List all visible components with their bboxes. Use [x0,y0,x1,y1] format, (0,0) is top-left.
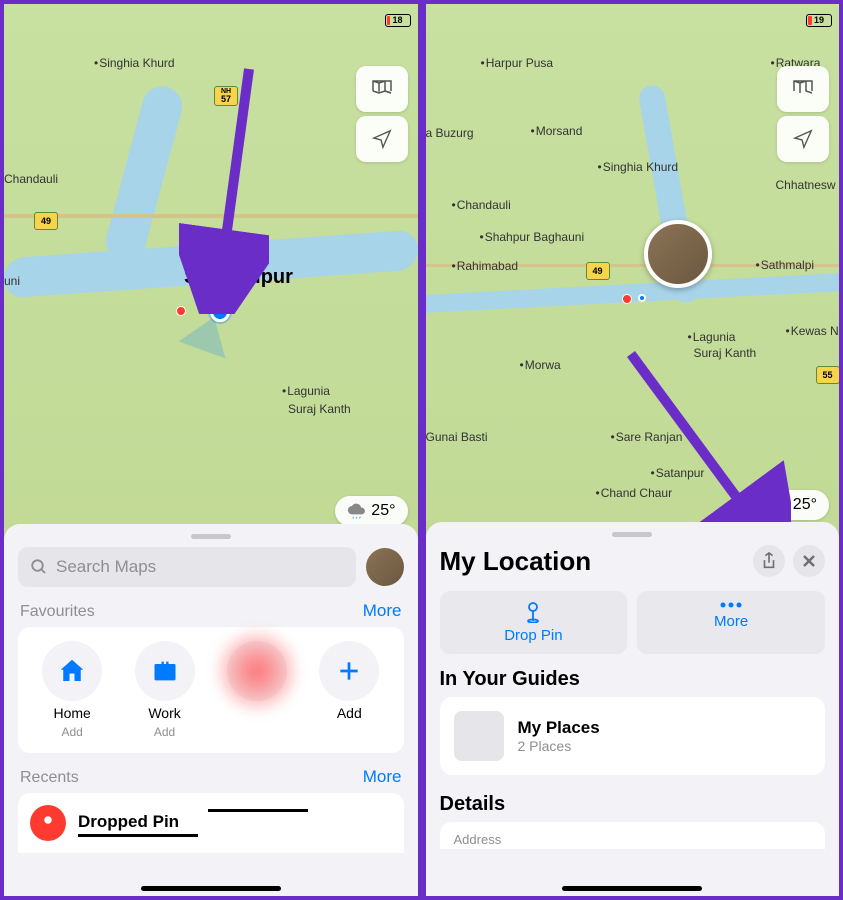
briefcase-icon [151,657,179,685]
home-indicator[interactable] [562,886,702,891]
weather-badge[interactable]: 25° [757,490,829,520]
cloud-rain-icon [347,502,367,520]
sheet-grabber[interactable] [612,532,652,537]
bottom-sheet[interactable]: My Location Drop Pin More In Your Guides [426,522,840,896]
navigation-icon [792,128,814,150]
navigation-icon [371,128,393,150]
avatar[interactable] [366,548,404,586]
recent-item[interactable]: Dropped Pin [18,793,404,853]
locate-button[interactable] [777,116,829,162]
pin-icon [523,601,543,623]
dropped-pin-marker[interactable] [622,294,632,304]
close-button[interactable] [793,545,825,577]
redacted-blur [217,631,297,711]
bottom-sheet[interactable]: Search Maps Favourites More Home Add Wor… [4,524,418,896]
locate-button[interactable] [356,116,408,162]
sheet-title: My Location [440,546,592,577]
share-icon [761,552,777,570]
current-location-dot[interactable] [210,302,230,322]
phone-screenshot-2: 10:52 19 Harpur Pusa Ratwara a Buzurg Mo… [424,2,842,898]
dropped-pin-marker[interactable] [176,306,186,316]
user-location-avatar[interactable] [644,220,712,288]
more-button[interactable]: More [637,591,825,654]
drop-pin-button[interactable]: Drop Pin [440,591,628,654]
sheet-grabber[interactable] [191,534,231,539]
favourite-work[interactable]: Work Add [135,641,195,739]
phone-screenshot-1: 10:51 18 Singhia Khurd Chandauli uni Lag… [2,2,420,898]
recents-more-link[interactable]: More [363,767,402,787]
battery-icon: 19 [806,14,825,27]
map-mode-button[interactable] [777,66,829,112]
highway-badge: NH57 [214,86,238,106]
cloud-rain-icon [769,496,789,514]
search-icon [30,558,48,576]
address-row: Address [440,822,826,849]
favourite-redacted[interactable] [227,641,287,739]
pin-icon [30,805,66,841]
home-icon [57,656,87,686]
home-indicator[interactable] [141,886,281,891]
highway-badge: 49 [586,262,610,280]
highway-badge: 49 [34,212,58,230]
favourite-home[interactable]: Home Add [42,641,102,739]
ellipsis-icon [719,601,743,609]
share-button[interactable] [753,545,785,577]
map-layers-icon [791,79,815,99]
guide-item[interactable]: My Places 2 Places [440,697,826,775]
weather-badge[interactable]: 25° [335,496,407,526]
favourites-more-link[interactable]: More [363,601,402,621]
map-mode-button[interactable] [356,66,408,112]
favourite-add[interactable]: Add [319,641,379,739]
recents-title: Recents [20,769,79,787]
map-layers-icon [370,79,394,99]
details-section-title: Details [440,793,826,816]
guide-thumbnail [454,711,504,761]
favourites-title: Favourites [20,603,95,621]
guides-section-title: In Your Guides [440,668,826,691]
highway-badge: 55 [816,366,840,384]
current-location-dot[interactable] [638,294,646,302]
battery-icon: 18 [385,14,404,27]
favourites-card: Home Add Work Add Add [18,627,404,753]
search-input[interactable]: Search Maps [18,547,356,587]
plus-icon [336,658,362,684]
close-icon [802,554,816,568]
